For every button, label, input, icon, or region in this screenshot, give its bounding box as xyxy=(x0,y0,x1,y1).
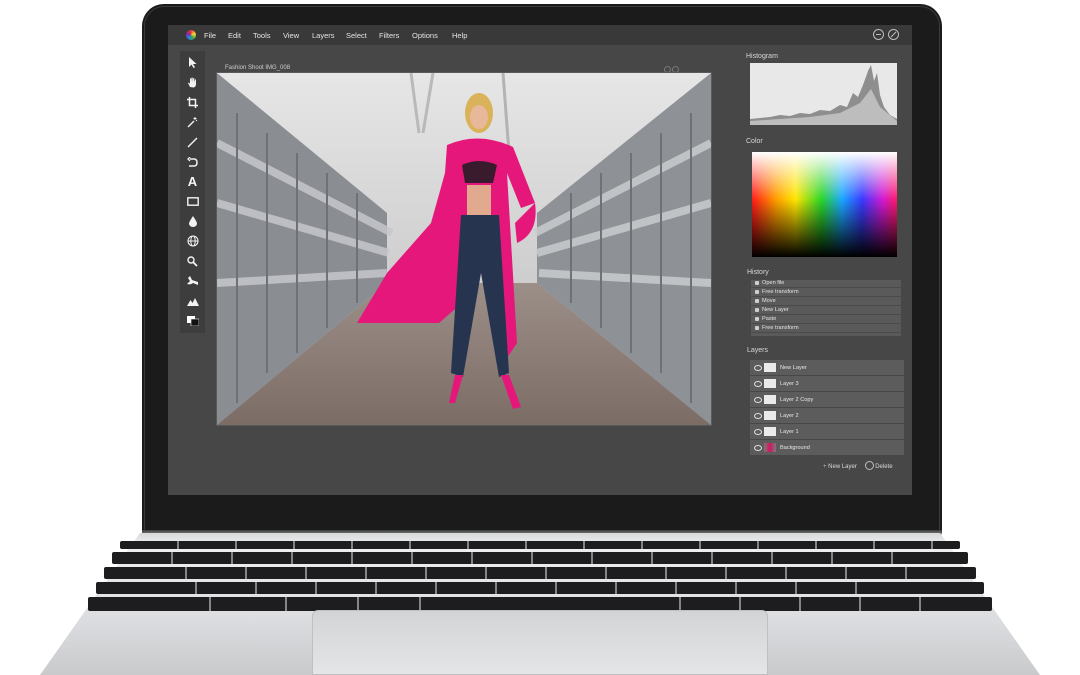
history-step-icon xyxy=(755,290,759,294)
color-title: Color xyxy=(746,138,763,145)
menu-tools[interactable]: Tools xyxy=(253,31,271,40)
histogram-title: Histogram xyxy=(746,53,778,60)
history-step-icon xyxy=(755,281,759,285)
layer-row[interactable]: Layer 2 xyxy=(750,408,904,423)
history-item[interactable]: Free transform xyxy=(751,289,901,297)
layer-thumbnail xyxy=(764,379,776,388)
layer-row[interactable]: Layer 1 xyxy=(750,424,904,439)
history-list: Open file Free transform Move New Layer … xyxy=(751,280,901,336)
line-icon[interactable] xyxy=(180,133,205,151)
menu-file[interactable]: File xyxy=(204,31,216,40)
layer-thumbnail xyxy=(764,363,776,372)
canvas-photo[interactable] xyxy=(216,72,712,426)
layer-row[interactable]: Layer 3 xyxy=(750,376,904,391)
layer-row[interactable]: Background xyxy=(750,440,904,455)
eye-icon[interactable] xyxy=(754,445,762,451)
menu-edit[interactable]: Edit xyxy=(228,31,241,40)
eye-icon[interactable] xyxy=(754,413,762,419)
layer-row[interactable]: Layer 2 Copy xyxy=(750,392,904,407)
delete-layer-button[interactable]: Delete xyxy=(864,461,893,470)
eye-icon[interactable] xyxy=(754,381,762,387)
eye-icon[interactable] xyxy=(754,429,762,435)
history-step-icon xyxy=(755,326,759,330)
color-picker[interactable] xyxy=(752,152,897,257)
layer-thumbnail xyxy=(764,443,776,452)
history-title: History xyxy=(747,269,769,276)
layer-thumbnail xyxy=(764,427,776,436)
delete-icon xyxy=(864,461,874,470)
zoom-icon[interactable] xyxy=(180,252,205,270)
layers-list: New Layer Layer 3 Layer 2 Copy Layer 2 L… xyxy=(750,360,904,458)
crop-icon[interactable] xyxy=(180,93,205,111)
history-step-icon xyxy=(755,308,759,312)
menu-options[interactable]: Options xyxy=(412,31,438,40)
menu-view[interactable]: View xyxy=(283,31,299,40)
menu-bar: File Edit Tools View Layers Select Filte… xyxy=(168,25,912,45)
hand-icon[interactable] xyxy=(180,73,205,91)
menu-filters[interactable]: Filters xyxy=(379,31,399,40)
mountains-icon[interactable] xyxy=(180,292,205,310)
eye-icon[interactable] xyxy=(754,397,762,403)
history-step-icon xyxy=(755,317,759,321)
rectangle-icon[interactable] xyxy=(180,192,205,210)
magic-wand-icon[interactable] xyxy=(180,113,205,131)
menu-help[interactable]: Help xyxy=(452,31,467,40)
new-layer-button[interactable]: + New Layer xyxy=(823,464,857,470)
app-window: File Edit Tools View Layers Select Filte… xyxy=(168,25,912,495)
histogram-chart xyxy=(750,63,897,125)
pointer-icon[interactable] xyxy=(180,53,205,71)
menu-select[interactable]: Select xyxy=(346,31,367,40)
layer-thumbnail xyxy=(764,395,776,404)
history-item[interactable]: Open file xyxy=(751,280,901,288)
lasso-icon[interactable] xyxy=(180,153,205,171)
app-logo-icon xyxy=(186,30,196,40)
layer-row[interactable]: New Layer xyxy=(750,360,904,375)
history-item[interactable]: Free transform xyxy=(751,325,901,333)
history-step-icon xyxy=(755,299,759,303)
tools-panel: A xyxy=(180,51,205,333)
history-item[interactable]: Paste xyxy=(751,316,901,324)
trackpad[interactable] xyxy=(312,610,768,675)
minimize-icon[interactable] xyxy=(873,29,884,40)
eye-icon[interactable] xyxy=(754,365,762,371)
layer-thumbnail xyxy=(764,411,776,420)
layers-footer: + New Layer Delete xyxy=(823,461,893,470)
text-icon[interactable]: A xyxy=(180,172,205,190)
history-item[interactable]: Move xyxy=(751,298,901,306)
close-icon[interactable] xyxy=(888,29,899,40)
layers-title: Layers xyxy=(747,347,769,354)
history-item[interactable]: New Layer xyxy=(751,307,901,315)
globe-icon[interactable] xyxy=(180,232,205,250)
menu-layers[interactable]: Layers xyxy=(312,31,335,40)
color-swatch-icon[interactable] xyxy=(180,312,205,330)
drop-icon[interactable] xyxy=(180,212,205,230)
smudge-icon[interactable] xyxy=(180,272,205,290)
